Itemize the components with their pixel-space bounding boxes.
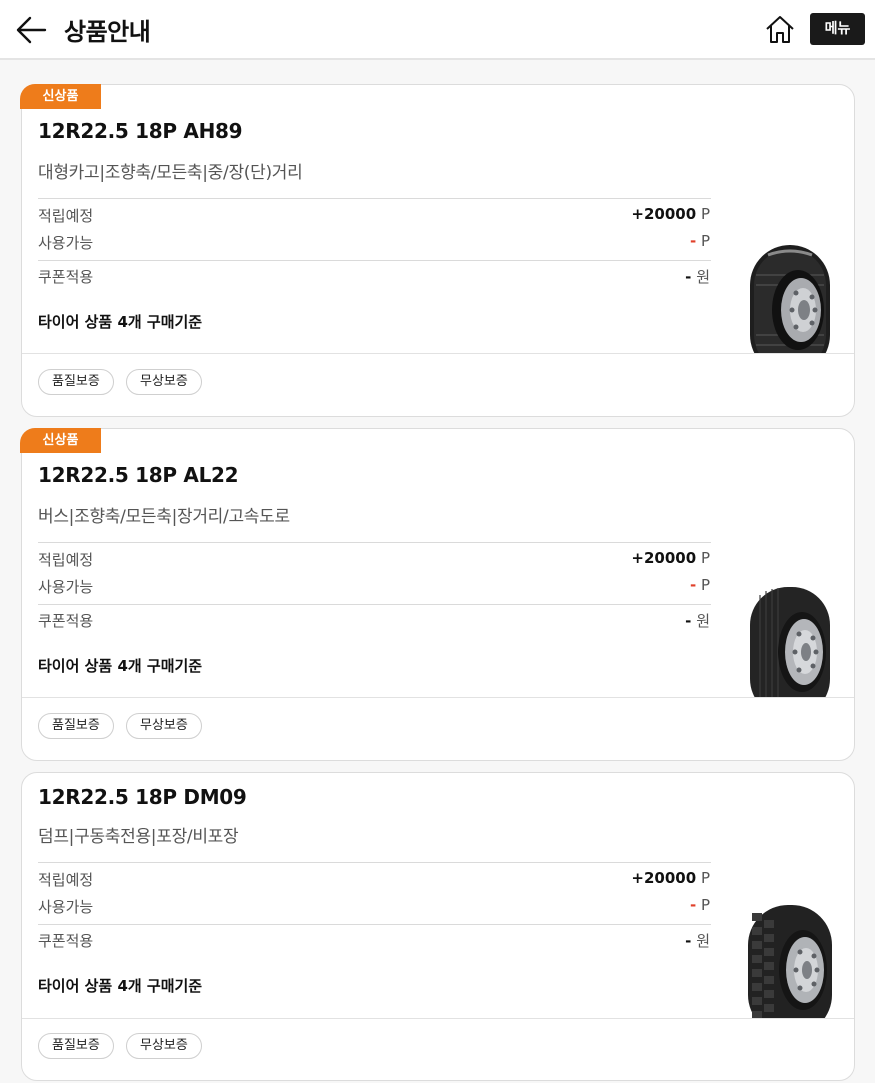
- home-icon: [766, 16, 794, 43]
- product-description: 대형카고|조향축/모든축|중/장(단)거리: [38, 163, 303, 183]
- earn-points-value: +20000 P: [631, 869, 710, 887]
- free-warranty-tag[interactable]: 무상보증: [126, 1033, 202, 1059]
- earn-points-value: +20000 P: [631, 549, 710, 567]
- new-product-badge: 신상품: [20, 84, 101, 109]
- available-points-amount: -: [689, 232, 697, 250]
- coupon-label: 쿠폰적용: [38, 932, 94, 950]
- earn-points-amount: +20000: [631, 549, 697, 567]
- earn-points-label: 적립예정: [38, 551, 94, 569]
- points-unit: P: [700, 232, 710, 250]
- product-description: 버스|조향축/모든축|장거리/고속도로: [38, 507, 290, 527]
- divider: [38, 604, 711, 605]
- product-card[interactable]: 신상품 12R22.5 18P AL22 버스|조향축/모든축|장거리/고속도로…: [20, 428, 855, 761]
- points-unit: P: [700, 205, 710, 223]
- back-arrow-icon: [16, 16, 47, 44]
- coupon-value: - 원: [685, 930, 710, 951]
- tire-image: [746, 905, 834, 1018]
- quality-warranty-tag[interactable]: 품질보증: [38, 369, 114, 395]
- won-unit: 원: [696, 932, 710, 950]
- page-title: 상품안내: [64, 18, 151, 46]
- product-name: 12R22.5 18P AH89: [38, 119, 243, 143]
- tire-image: [746, 245, 834, 353]
- available-points-value: - P: [690, 896, 710, 914]
- card-divider: [22, 1018, 854, 1019]
- earn-points-amount: +20000: [631, 869, 697, 887]
- new-product-badge: 신상품: [20, 428, 101, 453]
- won-unit: 원: [696, 268, 710, 286]
- divider: [38, 198, 711, 199]
- points-unit: P: [700, 576, 710, 594]
- card-divider: [22, 353, 854, 354]
- coupon-value: - 원: [685, 266, 710, 287]
- coupon-value: - 원: [685, 610, 710, 631]
- menu-button[interactable]: 메뉴: [810, 13, 865, 45]
- earn-points-label: 적립예정: [38, 207, 94, 225]
- free-warranty-tag[interactable]: 무상보증: [126, 369, 202, 395]
- divider: [38, 260, 711, 261]
- product-description: 덤프|구동축전용|포장/비포장: [38, 827, 239, 847]
- product-name: 12R22.5 18P DM09: [38, 785, 247, 809]
- available-points-amount: -: [689, 896, 697, 914]
- back-button[interactable]: [14, 14, 48, 46]
- coupon-label: 쿠폰적용: [38, 612, 94, 630]
- quality-warranty-tag[interactable]: 품질보증: [38, 1033, 114, 1059]
- divider: [38, 862, 711, 863]
- purchase-basis-note: 타이어 상품 4개 구매기준: [38, 313, 203, 331]
- available-points-label: 사용가능: [38, 898, 94, 916]
- coupon-amount: -: [685, 268, 692, 286]
- tire-image: [746, 587, 834, 697]
- earn-points-amount: +20000: [631, 205, 697, 223]
- available-points-amount: -: [689, 576, 697, 594]
- coupon-amount: -: [685, 932, 692, 950]
- available-points-label: 사용가능: [38, 234, 94, 252]
- purchase-basis-note: 타이어 상품 4개 구매기준: [38, 977, 203, 995]
- coupon-amount: -: [685, 612, 692, 630]
- quality-warranty-tag[interactable]: 품질보증: [38, 713, 114, 739]
- points-unit: P: [700, 896, 710, 914]
- won-unit: 원: [696, 612, 710, 630]
- earn-points-value: +20000 P: [631, 205, 710, 223]
- points-unit: P: [700, 869, 710, 887]
- card-divider: [22, 697, 854, 698]
- top-app-bar: 상품안내 메뉴: [0, 0, 875, 60]
- free-warranty-tag[interactable]: 무상보증: [126, 713, 202, 739]
- available-points-value: - P: [690, 576, 710, 594]
- earn-points-label: 적립예정: [38, 871, 94, 889]
- product-card[interactable]: 12R22.5 18P DM09 덤프|구동축전용|포장/비포장 적립예정 +2…: [21, 772, 855, 1081]
- home-button[interactable]: [764, 13, 796, 45]
- purchase-basis-note: 타이어 상품 4개 구매기준: [38, 657, 203, 675]
- divider: [38, 924, 711, 925]
- divider: [38, 542, 711, 543]
- product-card[interactable]: 신상품 12R22.5 18P AH89 대형카고|조향축/모든축|중/장(단)…: [20, 84, 855, 417]
- product-name: 12R22.5 18P AL22: [38, 463, 239, 487]
- available-points-label: 사용가능: [38, 578, 94, 596]
- points-unit: P: [700, 549, 710, 567]
- available-points-value: - P: [690, 232, 710, 250]
- coupon-label: 쿠폰적용: [38, 268, 94, 286]
